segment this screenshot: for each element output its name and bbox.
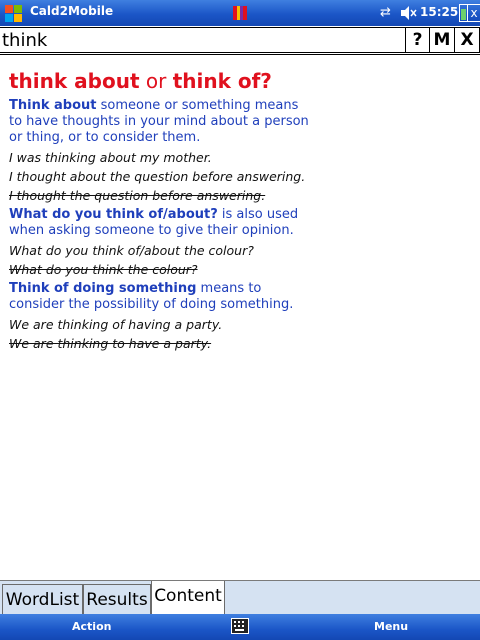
heading-part: think of?	[172, 69, 272, 93]
keyboard-icon[interactable]	[231, 618, 249, 634]
tab-content[interactable]: Content	[151, 581, 225, 615]
example: I was thinking about my mother.	[9, 150, 212, 165]
book-icon	[233, 6, 247, 20]
help-button[interactable]: ?	[405, 27, 430, 53]
windows-start-icon[interactable]	[4, 4, 22, 22]
incorrect-example: What do you think the colour?	[9, 262, 198, 277]
term: Think of doing something	[9, 281, 197, 296]
softkey-bar: Action Menu	[0, 614, 480, 640]
definition: Think of doing something means to consid…	[9, 281, 309, 313]
incorrect-example: We are thinking to have a party.	[9, 336, 212, 351]
sync-icon[interactable]: ⇄	[380, 5, 391, 20]
tab-results[interactable]: Results	[83, 584, 151, 616]
example: What do you think of/about the colour?	[9, 243, 254, 258]
term: What do you think of/about?	[9, 207, 218, 222]
example: We are thinking of having a party.	[9, 317, 223, 332]
clear-button[interactable]: X	[454, 27, 480, 53]
entry-content: think about or think of? Think about som…	[9, 68, 309, 355]
incorrect-example: I thought the question before answering.	[9, 188, 266, 203]
heading-part: think about	[9, 69, 140, 93]
example: I thought about the question before answ…	[9, 169, 306, 184]
definition: Think about someone or something means t…	[9, 98, 309, 146]
volume-muted-icon[interactable]	[399, 4, 417, 22]
menu-softkey[interactable]: Menu	[374, 620, 408, 633]
mode-button[interactable]: M	[429, 27, 455, 53]
tab-bar: WordList Results Content	[0, 580, 480, 616]
heading-or: or	[139, 69, 173, 93]
close-button[interactable]: x	[467, 4, 480, 22]
tab-wordlist[interactable]: WordList	[2, 584, 83, 616]
search-row: ? M X	[0, 26, 480, 55]
title-bar: Cald2Mobile ⇄ 15:25 x	[0, 0, 480, 26]
action-softkey[interactable]: Action	[72, 620, 111, 633]
clock[interactable]: 15:25	[420, 5, 458, 19]
definition: What do you think of/about? is also used…	[9, 207, 309, 239]
entry-heading: think about or think of?	[9, 68, 309, 94]
term: Think about	[9, 98, 97, 113]
search-input[interactable]	[0, 27, 407, 53]
app-title: Cald2Mobile	[30, 4, 114, 18]
